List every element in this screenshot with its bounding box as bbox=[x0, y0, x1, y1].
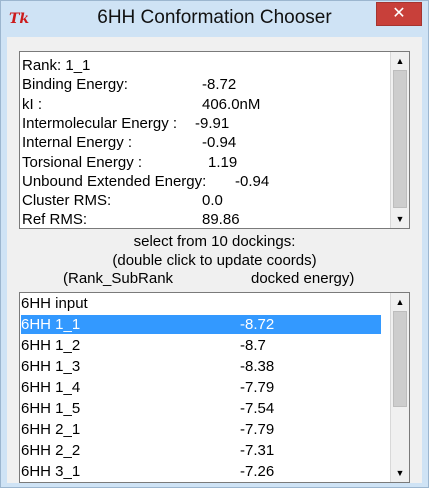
info-row-value: 1.19 bbox=[208, 153, 238, 171]
info-row: Torsional Energy : 1.19 bbox=[22, 153, 237, 172]
docking-name: 6HH 2_2 bbox=[21, 442, 81, 459]
dockings-listbox[interactable]: 6HH input 6HH 1_1 -8.72 6HH 1_2 -8.7 6HH 1_3 -… bbox=[19, 292, 410, 483]
info-row-label: Unbound Extended Energy: bbox=[22, 172, 207, 190]
docking-list-item[interactable]: 6HH 1_2 -8.7 bbox=[21, 336, 381, 355]
docking-energy: -8.38 bbox=[240, 358, 275, 375]
docking-name: 6HH 3_1 bbox=[21, 463, 81, 480]
docking-energy: -7.79 bbox=[240, 421, 275, 438]
docking-energy: -7.26 bbox=[240, 463, 275, 480]
docking-name: 6HH 1_2 bbox=[21, 337, 81, 354]
docking-list-item[interactable]: 6HH 2_1 -7.79 bbox=[21, 420, 381, 439]
docking-name: 6HH 1_5 bbox=[21, 400, 81, 417]
docking-list-item[interactable]: 6HH 1_3 -8.38 bbox=[21, 357, 381, 376]
info-row-value: -0.94 bbox=[202, 134, 237, 152]
title-bar[interactable]: Tk 6HH Conformation Chooser ✕ bbox=[1, 1, 428, 37]
info-row: Cluster RMS: 0.0 bbox=[22, 191, 223, 210]
info-row-value: -0.94 bbox=[235, 172, 270, 190]
docking-energy: -7.54 bbox=[240, 400, 275, 417]
column-header-rank: (Rank_SubRank bbox=[63, 270, 174, 287]
column-header-energy: docked energy) bbox=[251, 270, 355, 287]
dockings-scroll-up-icon[interactable]: ▲ bbox=[391, 293, 409, 311]
info-row-label: Internal Energy : bbox=[22, 134, 133, 152]
info-row-label: Cluster RMS: bbox=[22, 192, 112, 210]
info-row: Intermolecular Energy : -9.91 bbox=[22, 114, 229, 133]
docking-list-item[interactable]: 6HH 1_1 -8.72 bbox=[21, 315, 381, 334]
conformation-chooser-window: Tk 6HH Conformation Chooser ✕ Rank: 1_1 B… bbox=[0, 0, 429, 488]
docking-list-item[interactable]: 6HH 2_2 -7.31 bbox=[21, 441, 381, 460]
window-title: 6HH Conformation Chooser bbox=[97, 7, 332, 28]
info-scroll-up-icon[interactable]: ▲ bbox=[391, 52, 409, 70]
instruction-line-1: select from 10 dockings: bbox=[133, 233, 296, 250]
docking-list-item[interactable]: 6HH 1_5 -7.54 bbox=[21, 399, 381, 418]
dockings-scroll-down-icon[interactable]: ▼ bbox=[391, 464, 409, 482]
docking-energy: -8.7 bbox=[240, 337, 266, 354]
info-row-value: 0.0 bbox=[202, 192, 223, 210]
info-row: kI : 406.0nM bbox=[22, 95, 260, 114]
info-row-label: Torsional Energy : bbox=[22, 153, 143, 171]
info-row-label: Binding Energy: bbox=[22, 76, 128, 94]
close-button[interactable]: ✕ bbox=[376, 2, 422, 26]
dockings-scrollbar[interactable]: ▲ ▼ bbox=[390, 293, 409, 482]
dockings-scroll-thumb[interactable] bbox=[393, 311, 407, 407]
docking-list-item[interactable]: 6HH 1_4 -7.79 bbox=[21, 378, 381, 397]
docking-energy: -7.79 bbox=[240, 379, 275, 396]
info-row-value: 406.0nM bbox=[202, 95, 261, 113]
info-row-value: -8.72 bbox=[202, 76, 237, 94]
info-scrollbar[interactable]: ▲ ▼ bbox=[390, 52, 409, 228]
docking-list-item[interactable]: 6HH 3_1 -7.26 bbox=[21, 462, 381, 481]
instruction-line-2: (double click to update coords) bbox=[112, 252, 317, 269]
docking-name: 6HH 1_3 bbox=[21, 358, 81, 375]
info-listbox[interactable]: Rank: 1_1 Binding Energy: -8.72 kI : 406.0nM… bbox=[19, 51, 410, 229]
info-row: Internal Energy : -0.94 bbox=[22, 133, 236, 152]
docking-name: 6HH input bbox=[21, 295, 88, 312]
docking-energy: -8.72 bbox=[240, 316, 275, 333]
info-row-value: 89.86 bbox=[202, 211, 240, 229]
info-row: Rank: 1_1 bbox=[22, 56, 90, 75]
window-client-area: Rank: 1_1 Binding Energy: -8.72 kI : 406.0nM… bbox=[7, 37, 422, 483]
info-row-label: Intermolecular Energy : bbox=[22, 114, 178, 132]
info-row-value: -9.91 bbox=[195, 114, 230, 132]
docking-energy: -7.31 bbox=[240, 442, 275, 459]
info-scroll-down-icon[interactable]: ▼ bbox=[391, 210, 409, 228]
docking-list-item[interactable]: 6HH input bbox=[21, 294, 381, 313]
info-row-label: Rank: 1_1 bbox=[22, 57, 91, 74]
info-row: Unbound Extended Energy: -0.94 bbox=[22, 172, 269, 191]
docking-name: 6HH 2_1 bbox=[21, 421, 81, 438]
info-row-label: Ref RMS: bbox=[22, 211, 88, 229]
info-row: Binding Energy: -8.72 bbox=[22, 75, 236, 94]
info-row-label: kI : bbox=[22, 95, 43, 113]
info-row: Ref RMS: 89.86 bbox=[22, 210, 240, 229]
info-scroll-thumb[interactable] bbox=[393, 70, 407, 208]
docking-name: 6HH 1_4 bbox=[21, 379, 81, 396]
docking-name: 6HH 1_1 bbox=[21, 316, 81, 333]
